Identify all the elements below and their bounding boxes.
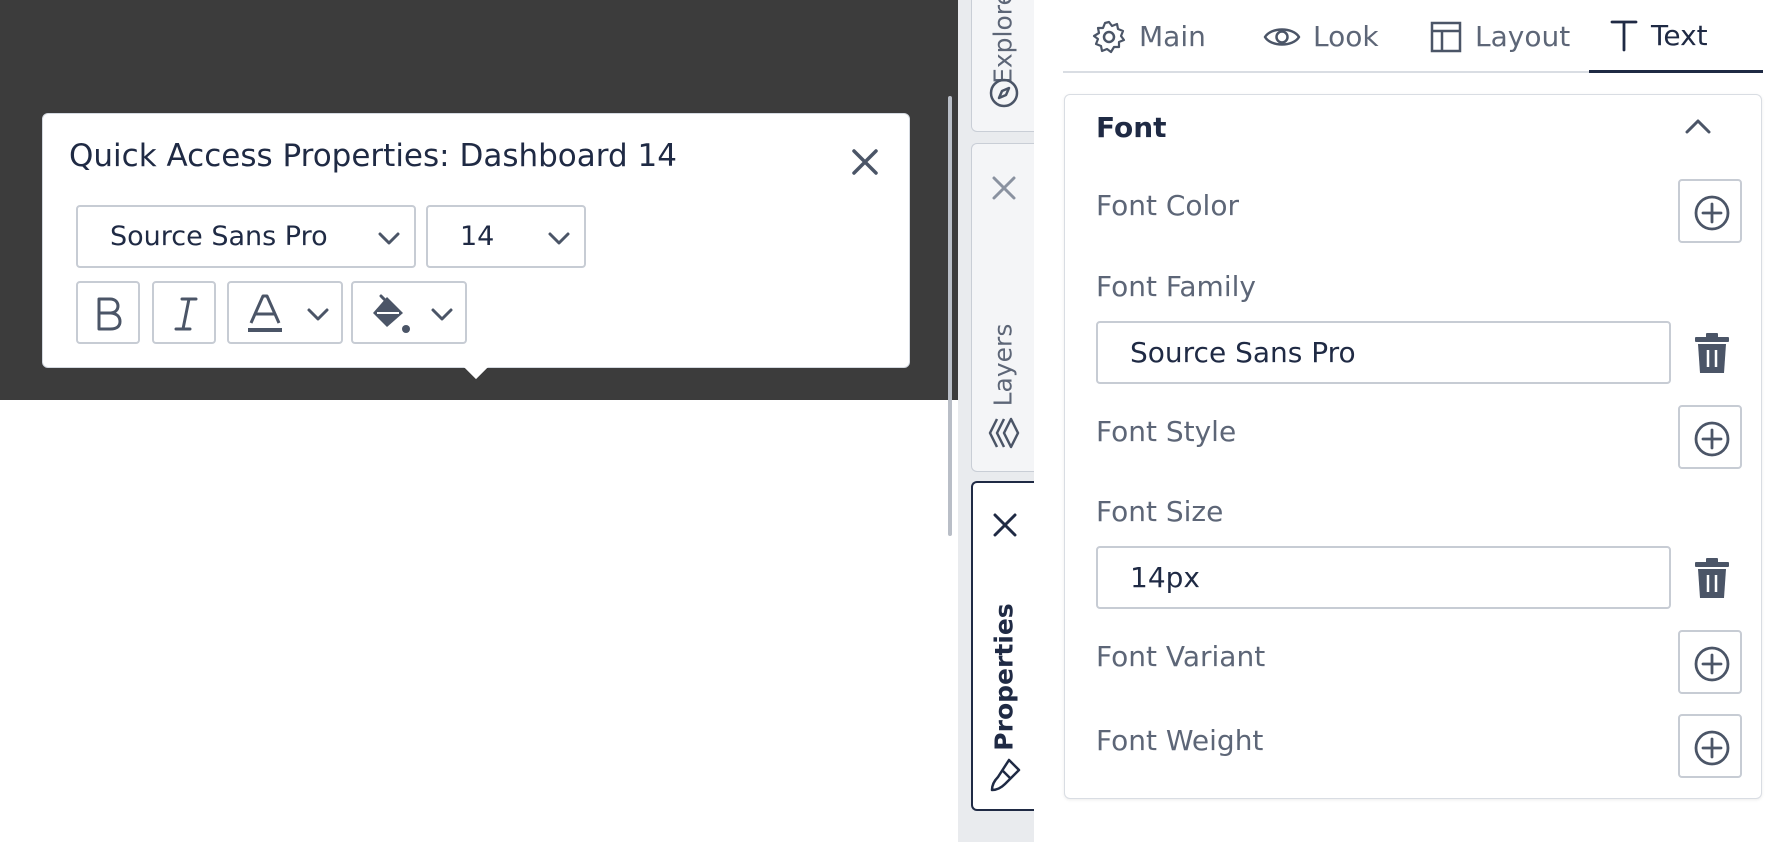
chevron-down-icon [307,308,329,321]
plus-circle-icon [1694,646,1730,682]
plus-circle-icon [1694,195,1730,231]
bold-icon [97,297,122,331]
tab-look[interactable]: Look [1263,0,1379,73]
popup-pointer [462,366,490,386]
layout-icon [1430,21,1462,52]
chevron-down-icon [431,308,453,321]
text-icon [1610,20,1638,52]
popup-title: Quick Access Properties: Dashboard 14 [69,138,677,174]
tab-text-label: Text [1651,18,1708,52]
text-color-icon [248,294,282,332]
trash-icon [1695,558,1729,598]
font-family-value: Source Sans Pro [110,221,328,252]
bold-button[interactable] [76,281,140,344]
vtab-properties[interactable]: Properties [971,481,1034,811]
paint-bucket-icon [373,294,410,333]
chevron-down-icon [548,232,570,245]
remove-font-size-button[interactable] [1692,556,1732,600]
font-family-field[interactable] [1096,321,1671,384]
add-font-color-button[interactable] [1678,179,1742,243]
tab-look-label: Look [1313,20,1379,53]
close-icon [993,513,1017,537]
tab-layout[interactable]: Layout [1429,0,1570,73]
plus-circle-icon [1694,421,1730,457]
italic-button[interactable] [152,281,216,344]
vtab-explore-label: Explore [988,0,1018,84]
font-weight-label: Font Weight [1096,724,1264,757]
gear-icon [1092,20,1126,53]
tab-layout-label: Layout [1475,20,1571,53]
text-color-button[interactable] [227,281,343,344]
tab-main[interactable]: Main [1091,0,1206,73]
tab-main-label: Main [1139,20,1206,53]
font-variant-label: Font Variant [1096,640,1266,673]
close-icon [852,149,878,175]
font-family-label: Font Family [1096,270,1256,303]
chevron-up-icon[interactable] [1682,111,1714,143]
fill-color-button[interactable] [351,281,467,344]
font-style-label: Font Style [1096,415,1237,448]
vtab-explore[interactable]: Explore [971,0,1034,132]
add-font-style-button[interactable] [1678,405,1742,469]
compass-icon [989,78,1019,108]
tab-text[interactable]: Text [1589,0,1763,73]
add-font-variant-button[interactable] [1678,630,1742,694]
font-section: Font Font Color Font Family Font Style F… [1064,94,1762,799]
font-size-label: Font Size [1096,495,1224,528]
canvas-scrollbar[interactable] [948,96,952,536]
brush-icon [990,758,1021,792]
font-size-field[interactable] [1096,546,1671,609]
add-font-weight-button[interactable] [1678,714,1742,778]
plus-circle-icon [1694,730,1730,766]
font-color-label: Font Color [1096,189,1239,222]
layers-icon [988,417,1020,449]
property-tabs: Main Look Layout Text [1063,0,1763,73]
popup-close-button[interactable] [843,140,887,184]
vtab-layers-label: Layers [988,323,1018,407]
trash-icon [1695,333,1729,373]
quick-access-popup: Quick Access Properties: Dashboard 14 So… [42,113,910,368]
font-family-select[interactable]: Source Sans Pro [76,205,416,268]
close-icon [992,176,1016,200]
font-size-value: 14 [460,221,495,252]
eye-icon [1263,27,1301,46]
section-title: Font [1096,111,1167,144]
chevron-down-icon [378,232,400,245]
font-size-select[interactable]: 14 [426,205,586,268]
vtab-properties-label: Properties [989,603,1018,751]
vtab-layers[interactable]: Layers [971,143,1034,472]
remove-font-family-button[interactable] [1692,331,1732,375]
italic-icon [174,297,198,331]
